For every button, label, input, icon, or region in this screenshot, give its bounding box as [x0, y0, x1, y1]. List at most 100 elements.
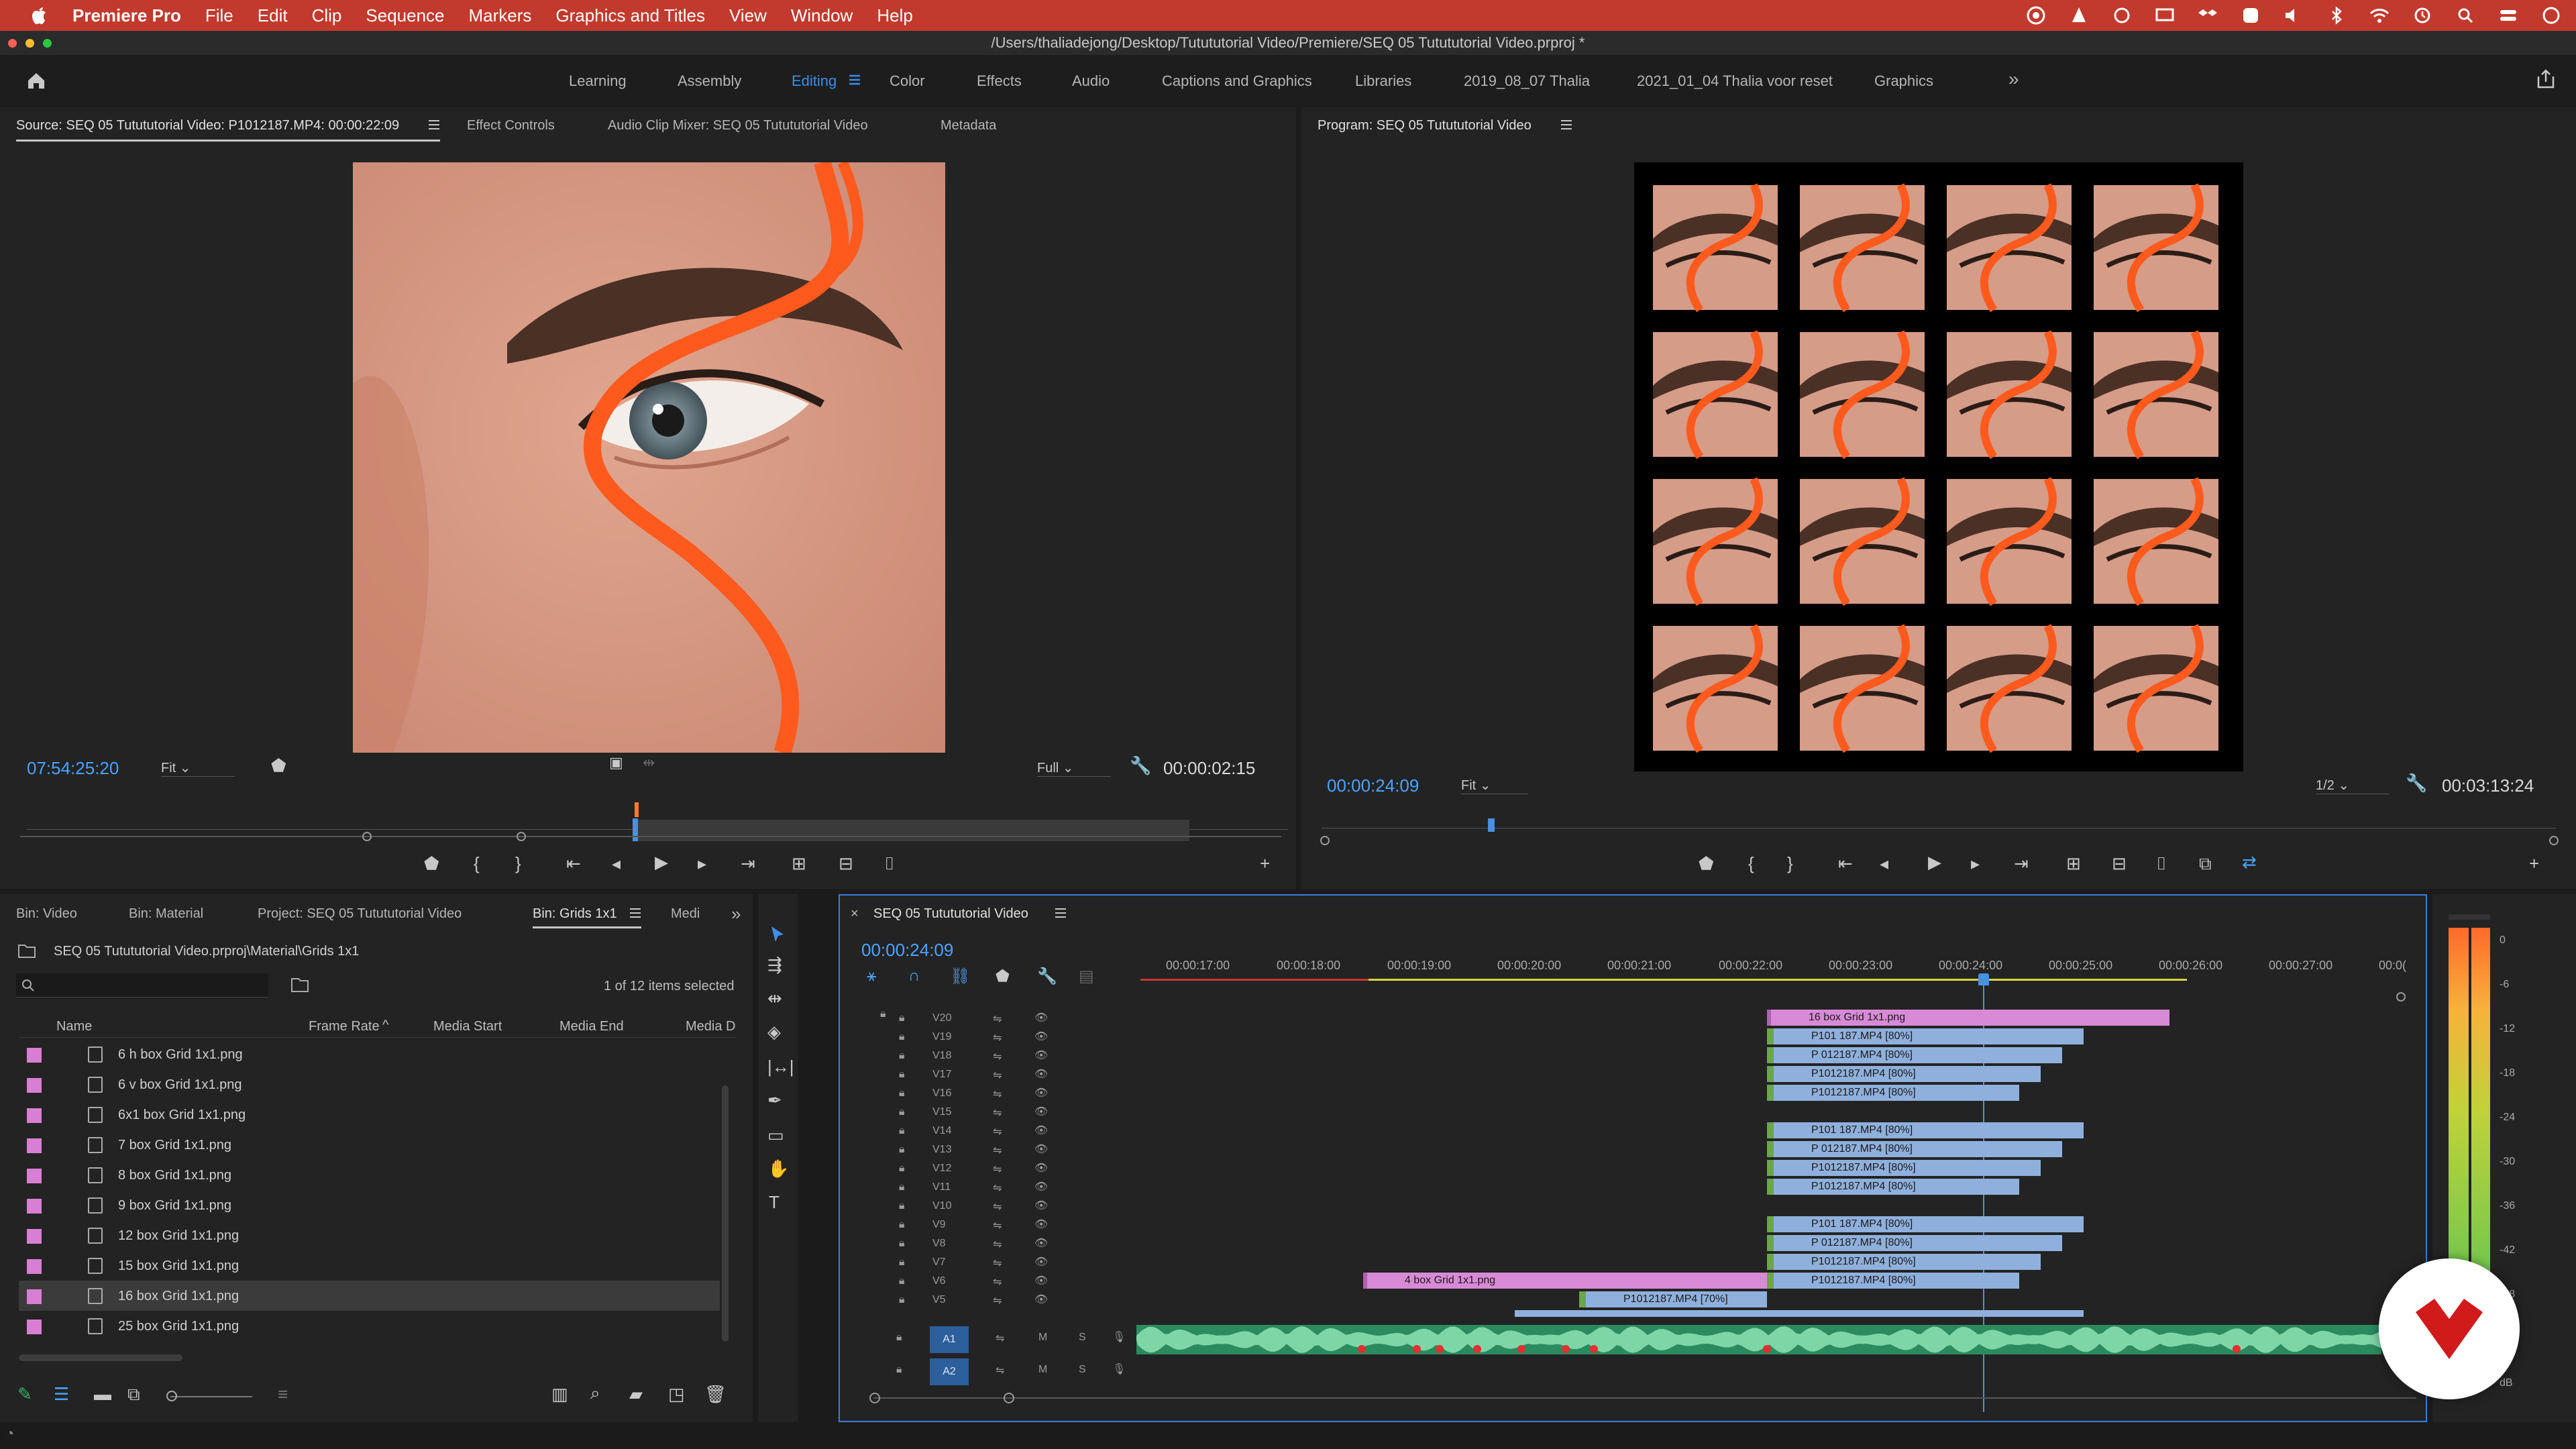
workspace-learning[interactable]: Learning: [569, 72, 627, 90]
label-color[interactable]: [27, 1229, 42, 1244]
vlc-icon[interactable]: [2068, 5, 2090, 25]
menu-view[interactable]: View: [729, 5, 767, 26]
mark-out-button[interactable]: }: [515, 853, 521, 874]
button-editor-plus[interactable]: +: [2529, 853, 2539, 874]
tab-program[interactable]: Program: SEQ 05 Tutututorial Video: [1318, 118, 1532, 133]
horizontal-scrollbar[interactable]: [19, 1354, 182, 1361]
button-editor-plus[interactable]: +: [1260, 853, 1270, 874]
time-machine-icon[interactable]: [2411, 5, 2434, 25]
clip-p1012187-v13[interactable]: P 012187.MP4 [80%]: [1767, 1141, 2062, 1157]
sort-icons-icon[interactable]: ≡: [278, 1384, 288, 1405]
tab-media[interactable]: Medi: [671, 906, 700, 922]
bluetooth-icon[interactable]: [2325, 5, 2348, 25]
column-frame-rate[interactable]: Frame Rate: [309, 1019, 380, 1034]
label-color[interactable]: [27, 1108, 42, 1123]
workspace-audio[interactable]: Audio: [1072, 72, 1110, 90]
status-icon[interactable]: ◔: [5, 1425, 14, 1442]
zoom-handle-left[interactable]: [1320, 836, 1330, 845]
source-timecode[interactable]: 07:54:25:20: [27, 758, 119, 779]
apple-icon[interactable]: [25, 5, 52, 25]
menu-graphics-and-titles[interactable]: Graphics and Titles: [555, 5, 705, 26]
new-item-icon[interactable]: ◳: [668, 1384, 685, 1405]
clip-4-box-grid[interactable]: 4 box Grid 1x1.png: [1363, 1273, 1767, 1289]
label-color[interactable]: [27, 1048, 42, 1063]
freeform-view-icon[interactable]: ⧉: [127, 1384, 140, 1405]
clip-p1012187-v8[interactable]: P 012187.MP4 [80%]: [1767, 1235, 2062, 1251]
zoom-handle-left[interactable]: [362, 832, 372, 841]
step-forward-button[interactable]: ▸: [1971, 853, 1980, 874]
label-color[interactable]: [27, 1169, 42, 1183]
clip-p1012187-v19[interactable]: P101 187.MP4 [80%]: [1767, 1028, 2084, 1044]
list-item[interactable]: 6 h box Grid 1x1.png: [19, 1039, 720, 1069]
zoom-window-button[interactable]: [43, 39, 52, 48]
clip-p1012187-v16[interactable]: P1012187.MP4 [80%]: [1767, 1085, 2019, 1101]
program-timecode[interactable]: 00:00:24:09: [1327, 775, 1419, 796]
step-back-button[interactable]: ◂: [612, 853, 621, 874]
home-icon[interactable]: [25, 70, 47, 91]
pencil-icon[interactable]: ✎: [17, 1384, 32, 1405]
marker-icon[interactable]: ⬟: [271, 755, 286, 776]
list-item[interactable]: 25 box Grid 1x1.png: [19, 1311, 720, 1341]
label-color[interactable]: [27, 1320, 42, 1334]
vertical-scrollbar[interactable]: [722, 1085, 729, 1342]
panel-menu-icon[interactable]: [428, 119, 440, 130]
tab-bin-material[interactable]: Bin: Material: [129, 906, 203, 922]
clip-v4-partial[interactable]: [1767, 1310, 2084, 1317]
ripple-edit-tool-icon[interactable]: ⇹: [767, 988, 782, 1009]
zoom-slider-handle[interactable]: [166, 1391, 177, 1401]
mark-in-button[interactable]: {: [474, 853, 480, 874]
sort-ascending-icon[interactable]: ^: [382, 1018, 388, 1033]
workspace-libraries[interactable]: Libraries: [1355, 72, 1411, 90]
clip-p1012187-v17[interactable]: P1012187.MP4 [80%]: [1767, 1066, 2041, 1082]
dropbox-icon[interactable]: [2196, 5, 2219, 25]
siri-icon[interactable]: [2540, 5, 2563, 25]
workspace-effects[interactable]: Effects: [977, 72, 1022, 90]
new-bin-icon[interactable]: ▰: [629, 1384, 643, 1405]
pen-tool-icon[interactable]: ✒: [767, 1090, 782, 1111]
proxy-toggle-button[interactable]: ⇄: [2242, 852, 2257, 873]
clip-p1012187-v9[interactable]: P101 187.MP4 [80%]: [1767, 1216, 2084, 1232]
panel-menu-icon[interactable]: [629, 908, 641, 918]
play-button[interactable]: ▶: [1928, 852, 1941, 873]
clip-v4-partial[interactable]: [1515, 1310, 1767, 1317]
settings-wrench-icon[interactable]: 🔧: [1130, 755, 1151, 776]
source-scrubber[interactable]: [27, 802, 1295, 841]
hand-tool-icon[interactable]: ✋: [767, 1159, 789, 1179]
workspace-captions-and-graphics[interactable]: Captions and Graphics: [1162, 72, 1312, 90]
clip-p1012187-v18[interactable]: P 012187.MP4 [80%]: [1767, 1047, 2062, 1063]
drag-audio-icon[interactable]: ⇹: [643, 754, 655, 771]
list-item[interactable]: 9 box Grid 1x1.png: [19, 1190, 720, 1220]
track-select-tool-icon[interactable]: ⇶: [767, 955, 782, 975]
workspace-editing[interactable]: Editing: [792, 72, 837, 90]
go-to-in-button[interactable]: ⇤: [566, 853, 581, 874]
app-name[interactable]: Premiere Pro: [72, 5, 181, 26]
panel-menu-icon[interactable]: [1560, 119, 1572, 130]
comparison-view-button[interactable]: ⧉: [2199, 853, 2212, 875]
list-item[interactable]: 6x1 box Grid 1x1.png: [19, 1099, 720, 1130]
settings-wrench-icon[interactable]: 🔧: [2406, 773, 2427, 794]
program-scrubber[interactable]: [1322, 818, 2556, 837]
tab-bin-video[interactable]: Bin: Video: [16, 906, 77, 922]
export-frame-button[interactable]: ⌷: [884, 853, 895, 875]
list-item-selected[interactable]: 16 box Grid 1x1.png: [19, 1281, 720, 1311]
app-icon[interactable]: [2239, 5, 2262, 25]
tab-audio-clip-mixer[interactable]: Audio Clip Mixer: SEQ 05 Tutututorial Vi…: [608, 118, 868, 133]
list-item[interactable]: 15 box Grid 1x1.png: [19, 1250, 720, 1281]
workspace-thalia-2019[interactable]: 2019_08_07 Thalia: [1464, 72, 1590, 90]
tab-bin-grids[interactable]: Bin: Grids 1x1: [533, 906, 617, 922]
column-media-duration[interactable]: Media D: [686, 1019, 735, 1034]
wifi-icon[interactable]: [2368, 5, 2391, 25]
extract-button[interactable]: ⊟: [2112, 853, 2127, 874]
column-name[interactable]: Name: [56, 1019, 92, 1034]
menu-help[interactable]: Help: [877, 5, 912, 26]
label-color[interactable]: [27, 1259, 42, 1274]
menu-sequence[interactable]: Sequence: [366, 5, 444, 26]
zoom-handle-right[interactable]: [2549, 836, 2559, 845]
clip-16-box-grid[interactable]: 16 box Grid 1x1.png: [1767, 1010, 2169, 1026]
rectangle-tool-icon[interactable]: ▭: [767, 1125, 784, 1146]
workspace-thalia-reset[interactable]: 2021_01_04 Thalia voor reset: [1637, 72, 1833, 90]
workspace-color[interactable]: Color: [890, 72, 925, 90]
workspace-assembly[interactable]: Assembly: [678, 72, 741, 90]
source-resolution-dropdown[interactable]: Full ⌄: [1037, 759, 1111, 777]
add-marker-button[interactable]: ⬟: [424, 853, 439, 874]
